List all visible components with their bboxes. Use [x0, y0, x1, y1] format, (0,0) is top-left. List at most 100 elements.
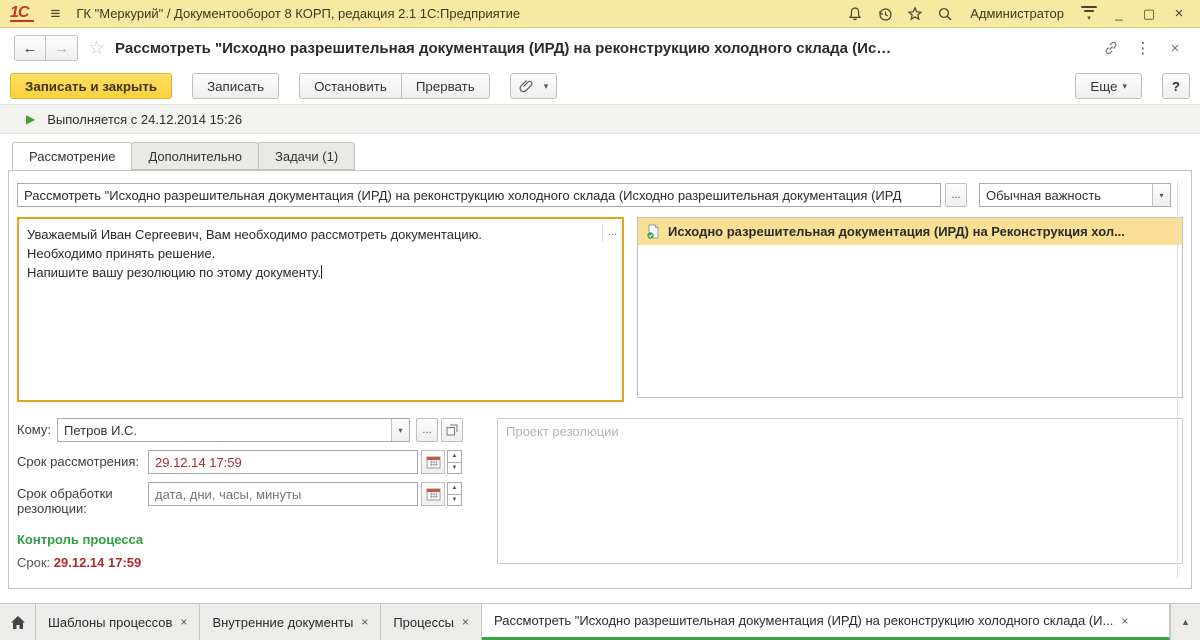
- process-control-due: Срок: 29.12.14 17:59: [17, 555, 489, 570]
- taskbar-tab-label: Внутренние документы: [212, 614, 354, 630]
- save-and-close-button[interactable]: Записать и закрыть: [10, 73, 173, 99]
- interrupt-button[interactable]: Прервать: [401, 73, 490, 99]
- stop-button[interactable]: Остановить: [299, 73, 402, 99]
- to-row: Кому: Петров И.С. ▾ ...: [17, 418, 489, 442]
- title-bar: 1С ≡ ГК "Меркурий" / Документооборот 8 К…: [0, 0, 1200, 28]
- tab-review[interactable]: Рассмотрение: [12, 142, 133, 170]
- to-open-button[interactable]: [441, 418, 463, 442]
- taskbar-tab-label: Рассмотреть "Исходно разрешительная доку…: [494, 613, 1114, 628]
- review-due-row: Срок рассмотрения: ▲ ▼: [17, 450, 489, 474]
- close-form-icon[interactable]: ×: [1164, 40, 1186, 57]
- resolution-due-input[interactable]: [148, 482, 418, 506]
- maximize-button[interactable]: ▢: [1138, 6, 1160, 22]
- tab-tasks[interactable]: Задачи (1): [258, 142, 356, 170]
- task-description-text: Уважаемый Иван Сергеевич, Вам необходимо…: [27, 227, 483, 280]
- forward-button[interactable]: →: [46, 36, 77, 60]
- control-due-value: 29.12.14 17:59: [53, 555, 142, 570]
- to-value: Петров И.С.: [64, 422, 138, 438]
- tab-additional[interactable]: Дополнительно: [131, 142, 260, 170]
- review-due-input[interactable]: [148, 450, 418, 474]
- review-tab-content: ... Обычная важность ▾ Уважаемый Иван Се…: [8, 170, 1192, 589]
- notifications-bell-icon[interactable]: [844, 3, 866, 25]
- taskbar-tab-internal-docs[interactable]: Внутренние документы ×: [200, 604, 382, 640]
- spin-up-icon[interactable]: ▲: [448, 483, 461, 495]
- 1c-logo-icon: 1С: [10, 4, 35, 22]
- open-item-icon: [446, 424, 458, 436]
- open-windows-taskbar: Шаблоны процессов × Внутренние документы…: [0, 603, 1200, 640]
- to-label: Кому:: [17, 422, 51, 437]
- attachments-paperclip-button[interactable]: ▾: [509, 73, 558, 99]
- service-menu-icon[interactable]: ▾: [1078, 5, 1100, 22]
- close-tab-icon[interactable]: ×: [180, 615, 187, 629]
- resolution-due-spinner[interactable]: ▲ ▼: [447, 482, 462, 506]
- spin-down-icon[interactable]: ▼: [448, 495, 461, 506]
- subject-list-item[interactable]: Исходно разрешительная документация (ИРД…: [638, 218, 1182, 245]
- close-tab-icon[interactable]: ×: [462, 615, 469, 629]
- more-button-label: Еще: [1090, 78, 1118, 94]
- review-due-label: Срок рассмотрения:: [17, 454, 139, 469]
- search-icon[interactable]: [934, 3, 956, 25]
- taskbar-scroll-up-button[interactable]: ▲: [1170, 604, 1200, 640]
- process-status-text: Выполняется с 24.12.2014 15:26: [47, 111, 243, 127]
- description-expand-button[interactable]: ...: [601, 223, 617, 242]
- history-nav-group: ← →: [14, 35, 78, 61]
- resolution-due-row: Срок обработки резолюции: ▲ ▼: [17, 482, 489, 516]
- resolution-due-calendar-button[interactable]: [421, 482, 445, 506]
- form-toolbar: Записать и закрыть Записать Остановить П…: [0, 68, 1200, 104]
- importance-combo[interactable]: Обычная важность ▾: [979, 183, 1171, 207]
- taskbar-tab-label: Процессы: [393, 614, 455, 630]
- panel-right-splitter[interactable]: [1177, 181, 1178, 578]
- more-commands-icon[interactable]: ⋮: [1132, 39, 1154, 57]
- current-user[interactable]: Администратор: [970, 6, 1064, 21]
- task-description-textarea[interactable]: Уважаемый Иван Сергеевич, Вам необходимо…: [17, 217, 624, 402]
- subject-input[interactable]: [17, 183, 941, 207]
- close-tab-icon[interactable]: ×: [361, 615, 368, 629]
- subject-row: ... Обычная важность ▾: [17, 183, 1183, 207]
- get-link-icon[interactable]: [1100, 40, 1122, 56]
- resolution-draft-textarea[interactable]: Проект резолюции: [497, 418, 1183, 564]
- home-icon: [10, 615, 25, 629]
- application-window: 1С ≡ ГК "Меркурий" / Документооборот 8 К…: [0, 0, 1200, 640]
- process-actions-group: Остановить Прервать: [299, 73, 490, 99]
- app-title: ГК "Меркурий" / Документооборот 8 КОРП, …: [76, 6, 521, 21]
- save-button[interactable]: Записать: [192, 73, 280, 99]
- form-tabs: Рассмотрение Дополнительно Задачи (1): [0, 142, 1200, 170]
- review-due-calendar-button[interactable]: [421, 450, 445, 474]
- home-tab[interactable]: [0, 604, 36, 640]
- spin-down-icon[interactable]: ▼: [448, 463, 461, 474]
- paperclip-icon: [519, 79, 533, 92]
- review-due-spinner[interactable]: ▲ ▼: [447, 450, 462, 474]
- minimize-button[interactable]: _: [1108, 6, 1130, 21]
- subject-list-item-label: Исходно разрешительная документация (ИРД…: [668, 224, 1125, 239]
- subject-select-button[interactable]: ...: [945, 183, 967, 207]
- main-menu-icon[interactable]: ≡: [50, 4, 60, 24]
- subjects-list-panel[interactable]: Исходно разрешительная документация (ИРД…: [637, 217, 1183, 398]
- back-button[interactable]: ←: [15, 36, 46, 60]
- close-tab-icon[interactable]: ×: [1121, 614, 1128, 628]
- middle-section: Уважаемый Иван Сергеевич, Вам необходимо…: [17, 217, 1183, 402]
- control-due-label: Срок:: [17, 555, 51, 570]
- bottom-form: Кому: Петров И.С. ▾ ... Срок рассмотрени…: [17, 418, 1183, 570]
- calendar-icon: [426, 456, 440, 469]
- paperclip-dropdown-caret: ▾: [543, 80, 549, 91]
- document-icon: [647, 224, 659, 239]
- spin-up-icon[interactable]: ▲: [448, 451, 461, 463]
- to-combo[interactable]: Петров И.С. ▾: [57, 418, 410, 442]
- taskbar-tab-processes[interactable]: Процессы ×: [381, 604, 483, 640]
- history-icon[interactable]: [874, 3, 896, 25]
- importance-value: Обычная важность: [986, 187, 1102, 203]
- favorites-star-icon[interactable]: [904, 3, 926, 25]
- to-dropdown-icon[interactable]: ▾: [391, 419, 409, 441]
- more-button[interactable]: Еще ▾: [1075, 73, 1142, 99]
- to-select-button[interactable]: ...: [416, 418, 438, 442]
- navigation-row: ← → ☆ Рассмотреть "Исходно разрешительна…: [0, 28, 1200, 68]
- close-window-button[interactable]: ×: [1168, 5, 1190, 22]
- add-favorite-star-icon[interactable]: ☆: [88, 37, 105, 60]
- taskbar-tab-templates[interactable]: Шаблоны процессов ×: [36, 604, 201, 640]
- calendar-icon: [426, 488, 440, 501]
- taskbar-tab-label: Шаблоны процессов: [48, 614, 173, 630]
- taskbar-tab-active-review[interactable]: Рассмотреть "Исходно разрешительная доку…: [482, 604, 1170, 640]
- resolution-due-label: Срок обработки резолюции:: [17, 486, 113, 516]
- help-button[interactable]: ?: [1162, 73, 1190, 99]
- importance-dropdown-icon[interactable]: ▾: [1152, 184, 1170, 206]
